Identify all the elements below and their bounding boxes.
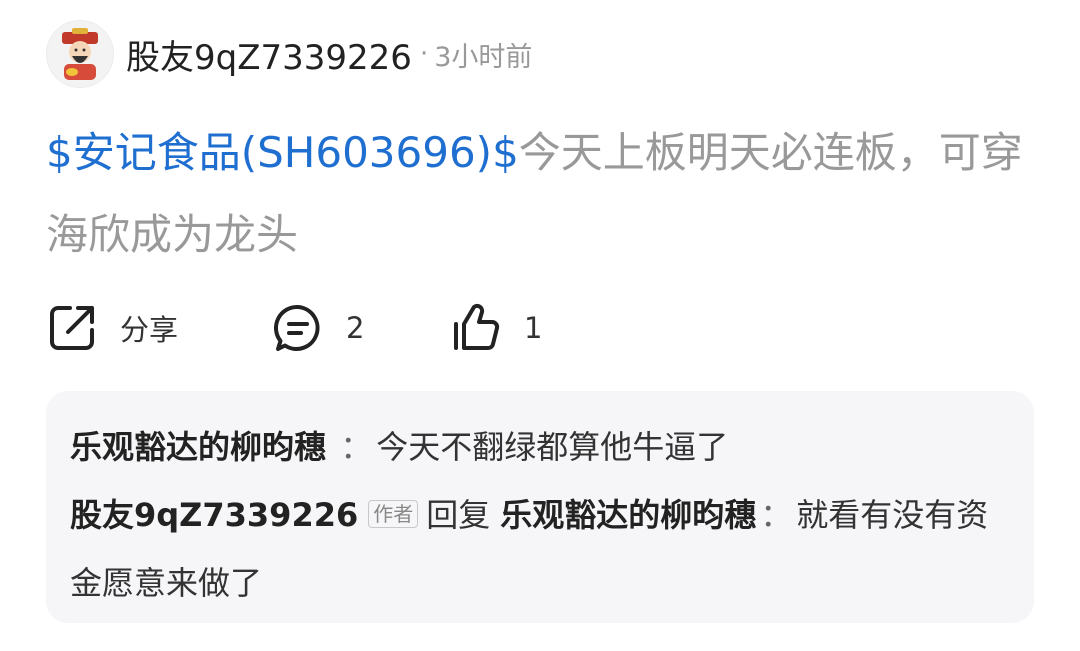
author-name[interactable]: 股友9qZ7339226	[126, 30, 412, 79]
author-badge: 作者	[368, 500, 419, 528]
share-label: 分享	[120, 313, 179, 347]
reply-label: 回复	[426, 496, 491, 534]
thumbs-up-icon	[454, 303, 500, 350]
comment-item[interactable]: 股友9qZ7339226 作者 回复 乐观豁达的柳昀穗：就看有没有资金愿意来做了	[70, 481, 1010, 617]
share-icon	[50, 306, 94, 350]
stock-link[interactable]: $安记食品(SH603696)$	[46, 128, 519, 177]
post-header: 股友9qZ7339226 · 3小时前	[46, 20, 532, 88]
comment-icon	[273, 304, 320, 351]
reply-target-name[interactable]: 乐观豁达的柳昀穗	[500, 496, 756, 534]
avatar[interactable]	[46, 20, 114, 88]
comment-count: 2	[346, 311, 365, 345]
post-time: 3小时前	[434, 41, 533, 73]
comment-separator: ：	[340, 428, 373, 466]
commenter-name[interactable]: 股友9qZ7339226	[70, 496, 358, 534]
comment-separator: ：	[760, 496, 793, 534]
fortune-god-avatar-icon	[62, 28, 98, 80]
comment-item[interactable]: 乐观豁达的柳昀穗 ：今天不翻绿都算他牛逼了	[70, 413, 1010, 481]
comment-panel[interactable]: 乐观豁达的柳昀穗 ：今天不翻绿都算他牛逼了 股友9qZ7339226 作者 回复 乐观…	[46, 391, 1034, 623]
action-bar: 分享 2 1	[46, 296, 1036, 360]
like-count: 1	[524, 311, 543, 345]
meta-separator: ·	[419, 39, 429, 69]
commenter-name[interactable]: 乐观豁达的柳昀穗	[70, 428, 326, 466]
post-content: $安记食品(SH603696)$今天上板明天必连板，可穿海欣成为龙头	[46, 112, 1036, 276]
comment-button[interactable]: 2	[272, 296, 364, 360]
comment-text: 今天不翻绿都算他牛逼了	[376, 428, 729, 466]
like-button[interactable]: 1	[450, 296, 542, 360]
share-button[interactable]: 分享	[46, 296, 178, 360]
